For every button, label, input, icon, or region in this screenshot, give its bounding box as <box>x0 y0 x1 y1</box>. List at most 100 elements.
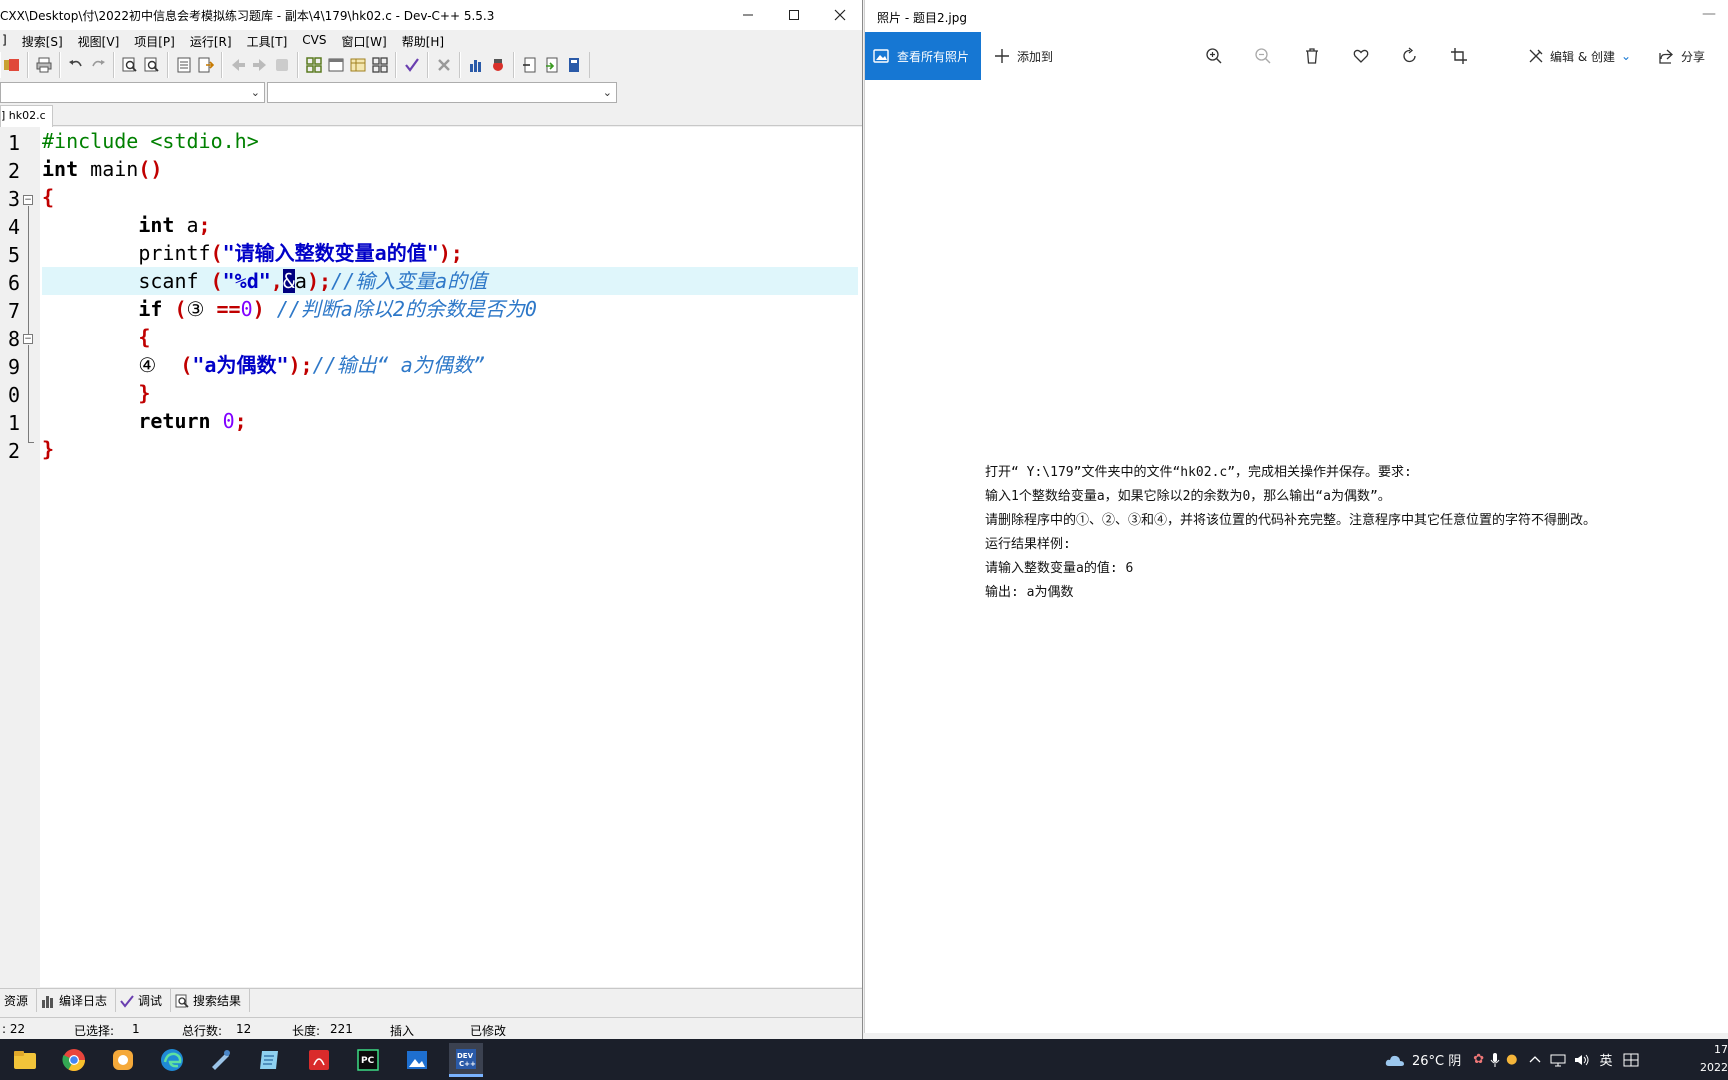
code-line-5: printf("请输入整数变量a的值"); <box>42 239 858 267</box>
fold-toggle-icon[interactable]: − <box>23 195 33 205</box>
book-button[interactable] <box>563 54 585 76</box>
maximize-button[interactable] <box>771 0 817 30</box>
photos-window: 照片 - 题目2.jpg — 查看所有照片 添加到 编辑 & 创建 ⌄ 分享 打… <box>864 0 1728 1033</box>
goto-line-button[interactable] <box>195 54 217 76</box>
tab-debug[interactable]: 调试 <box>116 989 172 1012</box>
menu-cvs[interactable]: CVS <box>294 30 333 50</box>
class-combo[interactable]: ⌄ <box>0 82 265 103</box>
menu-help[interactable]: 帮助[H] <box>394 30 451 50</box>
book-icon <box>569 58 579 72</box>
tab-hk02[interactable]: ] hk02.c <box>0 105 53 127</box>
taskbar-devcpp[interactable]: DEV C++ <box>449 1043 483 1077</box>
menu-project[interactable]: 项目[P] <box>126 30 182 50</box>
new-file-button[interactable] <box>519 54 541 76</box>
view-all-photos-button[interactable]: 查看所有照片 <box>865 32 981 80</box>
menu-window[interactable]: 窗口[W] <box>333 30 393 50</box>
menu-search[interactable]: 搜索[S] <box>14 30 70 50</box>
code-token: ( <box>210 241 223 265</box>
function-combo[interactable]: ⌄ <box>267 82 617 103</box>
ime-indicator[interactable]: 英 <box>1600 1050 1613 1069</box>
pdf-icon <box>309 1050 329 1070</box>
save-all-button[interactable] <box>1 54 23 76</box>
code-token: scanf <box>138 269 211 293</box>
minimize-icon[interactable]: — <box>1702 6 1716 22</box>
taskbar-acrobat[interactable] <box>302 1043 336 1077</box>
zoom-in-button[interactable] <box>1205 32 1223 80</box>
tile-button[interactable] <box>369 54 391 76</box>
tab-resources-label: 资源 <box>4 994 29 1008</box>
close-button[interactable] <box>817 0 863 30</box>
tab-compile-log[interactable]: 编译日志 <box>37 989 117 1012</box>
export-icon <box>546 57 558 73</box>
redo-button[interactable] <box>87 54 109 76</box>
edge-icon <box>161 1049 183 1071</box>
replace-button[interactable] <box>141 54 163 76</box>
chrome-icon <box>62 1049 85 1071</box>
taskbar-file-explorer[interactable] <box>8 1043 42 1077</box>
menu-run[interactable]: 运行[R] <box>182 30 239 50</box>
delete-button[interactable] <box>1303 32 1321 80</box>
code-token: { <box>42 185 55 209</box>
chevron-up-icon[interactable] <box>1528 1053 1542 1067</box>
chevron-down-icon: ⌄ <box>602 86 612 99</box>
zoom-out-button[interactable] <box>1254 32 1272 80</box>
code-token: a <box>294 269 307 293</box>
taskbar-photos[interactable] <box>400 1043 434 1077</box>
minimize-button[interactable] <box>725 0 771 30</box>
export-button[interactable] <box>541 54 563 76</box>
crop-button[interactable] <box>1450 32 1468 80</box>
layout-grid-button[interactable] <box>303 54 325 76</box>
indent-button[interactable] <box>173 54 195 76</box>
taskbar-app-orange[interactable] <box>106 1043 140 1077</box>
edit-create-button[interactable]: 编辑 & 创建 ⌄ <box>1527 32 1631 80</box>
debug-button[interactable] <box>487 54 509 76</box>
fold-guide <box>28 393 29 443</box>
code-token: 0 <box>240 297 253 321</box>
taskbar-app-tools[interactable] <box>204 1043 238 1077</box>
favorite-button[interactable] <box>1352 32 1370 80</box>
menu-tools[interactable]: 工具[T] <box>239 30 295 50</box>
mic-icon[interactable] <box>1490 1052 1500 1068</box>
tab-resources[interactable]: 资源 <box>0 989 38 1012</box>
svg-text:PC: PC <box>361 1056 375 1066</box>
flower-icon[interactable]: ✿ <box>1473 1052 1484 1067</box>
bookmark-button[interactable] <box>271 54 293 76</box>
notepad-icon <box>260 1051 278 1069</box>
app-tray-icon[interactable]: ● <box>1506 1052 1517 1067</box>
line-gutter: 1 2 3 4 5 6 7 8 9 0 1 2 − − <box>0 127 40 987</box>
tab-search-results[interactable]: 搜索结果 <box>171 989 251 1012</box>
indent-icon <box>177 57 191 73</box>
undo-button[interactable] <box>65 54 87 76</box>
taskbar-pycharm[interactable]: PC <box>351 1043 385 1077</box>
taskbar-chrome[interactable] <box>57 1043 91 1077</box>
share-button[interactable]: 分享 <box>1657 32 1705 80</box>
chevron-down-icon: ⌄ <box>1621 49 1632 63</box>
find-button[interactable] <box>119 54 141 76</box>
chart-button[interactable] <box>465 54 487 76</box>
menu-file-edge[interactable]: ] <box>0 30 14 50</box>
ime-mode-icon[interactable] <box>1623 1053 1639 1067</box>
weather-text[interactable]: 26°C 阴 <box>1412 1050 1461 1069</box>
taskbar-edge[interactable] <box>155 1043 189 1077</box>
print-button[interactable] <box>33 54 55 76</box>
fold-toggle-icon[interactable]: − <box>23 334 33 344</box>
add-to-button[interactable]: 添加到 <box>993 32 1053 80</box>
table-button[interactable] <box>347 54 369 76</box>
stop-button[interactable] <box>433 54 455 76</box>
tab-debug-label: 调试 <box>138 994 163 1008</box>
forward-button[interactable] <box>249 54 271 76</box>
find-icon <box>122 57 137 72</box>
menu-view[interactable]: 视图[V] <box>70 30 127 50</box>
code-token: } <box>138 381 151 405</box>
back-button[interactable] <box>227 54 249 76</box>
print-icon <box>36 57 52 73</box>
check-syntax-button[interactable] <box>401 54 423 76</box>
rotate-button[interactable] <box>1401 32 1419 80</box>
volume-icon[interactable] <box>1574 1053 1590 1067</box>
combo-row: ⌄ ⌄ <box>0 80 620 104</box>
network-icon[interactable] <box>1550 1053 1566 1067</box>
taskbar-notepad[interactable] <box>253 1043 287 1077</box>
code-editor[interactable]: 1 2 3 4 5 6 7 8 9 0 1 2 − − #include <st… <box>0 127 862 987</box>
taskbar-clock[interactable]: 17 2022 <box>1698 1041 1728 1077</box>
window-button[interactable] <box>325 54 347 76</box>
